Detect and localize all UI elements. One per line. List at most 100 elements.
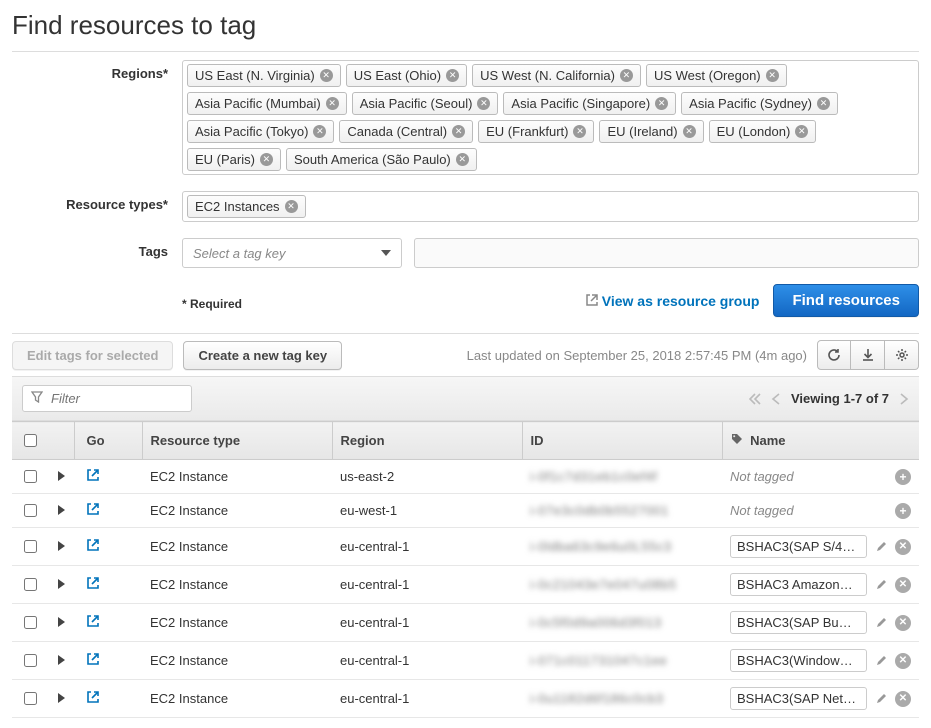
- name-tag-value[interactable]: BSHAC3 Amazon…: [730, 573, 867, 596]
- filter-input[interactable]: [49, 390, 183, 407]
- pill[interactable]: EC2 Instances✕: [187, 195, 306, 218]
- pager-first-button[interactable]: [749, 393, 761, 405]
- clear-tag-button[interactable]: ✕: [895, 691, 911, 707]
- pill[interactable]: Canada (Central)✕: [339, 120, 473, 143]
- go-to-resource-button[interactable]: [86, 576, 100, 590]
- tag-key-select[interactable]: Select a tag key: [182, 238, 402, 268]
- expand-row-icon[interactable]: [58, 503, 65, 518]
- refresh-button[interactable]: [817, 340, 851, 370]
- row-checkbox[interactable]: [24, 578, 37, 591]
- remove-pill-icon[interactable]: ✕: [320, 69, 333, 82]
- cell-id: i-0c21043e7e047u08b5: [530, 577, 677, 592]
- name-tag-value[interactable]: BSHAC3(SAP Bu…: [730, 611, 867, 634]
- go-to-resource-button[interactable]: [86, 468, 100, 482]
- pill[interactable]: Asia Pacific (Mumbai)✕: [187, 92, 347, 115]
- add-name-tag-button[interactable]: +: [895, 469, 911, 485]
- row-checkbox[interactable]: [24, 470, 37, 483]
- pill[interactable]: EU (Ireland)✕: [599, 120, 703, 143]
- remove-pill-icon[interactable]: ✕: [795, 125, 808, 138]
- pill[interactable]: Asia Pacific (Sydney)✕: [681, 92, 838, 115]
- name-tag-value[interactable]: BSHAC3(Window…: [730, 649, 867, 672]
- expand-row-icon[interactable]: [58, 615, 65, 630]
- pill[interactable]: Asia Pacific (Singapore)✕: [503, 92, 676, 115]
- clear-tag-button[interactable]: ✕: [895, 653, 911, 669]
- col-header-id[interactable]: ID: [522, 422, 722, 460]
- cell-region: eu-west-1: [332, 494, 522, 528]
- pager-prev-button[interactable]: [771, 393, 781, 405]
- remove-pill-icon[interactable]: ✕: [817, 97, 830, 110]
- clear-tag-button[interactable]: ✕: [895, 577, 911, 593]
- filter-box[interactable]: [22, 385, 192, 412]
- pill[interactable]: Asia Pacific (Tokyo)✕: [187, 120, 334, 143]
- col-header-name[interactable]: Name: [722, 422, 919, 460]
- col-header-resource-type[interactable]: Resource type: [142, 422, 332, 460]
- expand-row-icon[interactable]: [58, 577, 65, 592]
- remove-pill-icon[interactable]: ✕: [477, 97, 490, 110]
- edit-tag-icon[interactable]: [873, 653, 889, 669]
- chevron-double-left-icon: [749, 393, 761, 405]
- row-checkbox[interactable]: [24, 692, 37, 705]
- remove-pill-icon[interactable]: ✕: [683, 125, 696, 138]
- pill[interactable]: South America (São Paulo)✕: [286, 148, 477, 171]
- pill[interactable]: US East (N. Virginia) ✕: [187, 64, 341, 87]
- pill[interactable]: US East (Ohio)✕: [346, 64, 467, 87]
- pill[interactable]: EU (Paris)✕: [187, 148, 281, 171]
- remove-pill-icon[interactable]: ✕: [456, 153, 469, 166]
- clear-tag-button[interactable]: ✕: [895, 615, 911, 631]
- remove-pill-icon[interactable]: ✕: [655, 97, 668, 110]
- tag-value-input[interactable]: [414, 238, 919, 268]
- edit-tag-icon[interactable]: [873, 615, 889, 631]
- edit-tag-icon[interactable]: [873, 539, 889, 555]
- pill[interactable]: Asia Pacific (Seoul)✕: [352, 92, 499, 115]
- pill[interactable]: US West (N. California)✕: [472, 64, 641, 87]
- go-to-resource-button[interactable]: [86, 614, 100, 628]
- name-tag-value[interactable]: BSHAC3(SAP Net…: [730, 687, 867, 710]
- remove-pill-icon[interactable]: ✕: [620, 69, 633, 82]
- external-link-icon: [586, 293, 598, 309]
- row-checkbox[interactable]: [24, 616, 37, 629]
- remove-pill-icon[interactable]: ✕: [573, 125, 586, 138]
- filter-icon: [31, 391, 43, 406]
- row-checkbox[interactable]: [24, 504, 37, 517]
- remove-pill-icon[interactable]: ✕: [452, 125, 465, 138]
- view-as-resource-group-link[interactable]: View as resource group: [586, 293, 760, 309]
- name-tag-value[interactable]: BSHAC3(SAP S/4…: [730, 535, 867, 558]
- regions-label: Regions*: [12, 60, 182, 81]
- go-to-resource-button[interactable]: [86, 690, 100, 704]
- add-name-tag-button[interactable]: +: [895, 503, 911, 519]
- go-to-resource-button[interactable]: [86, 652, 100, 666]
- pill[interactable]: US West (Oregon)✕: [646, 64, 787, 87]
- col-header-go[interactable]: Go: [74, 422, 142, 460]
- edit-tag-icon[interactable]: [873, 577, 889, 593]
- table-row: EC2 Instanceeu-central-1i-0ldba63c9e6u0L…: [12, 528, 919, 566]
- remove-pill-icon[interactable]: ✕: [446, 69, 459, 82]
- select-all-checkbox[interactable]: [24, 434, 37, 447]
- find-resources-button[interactable]: Find resources: [773, 284, 919, 317]
- pager-next-button[interactable]: [899, 393, 909, 405]
- expand-row-icon[interactable]: [58, 539, 65, 554]
- pill-label: US East (N. Virginia): [195, 68, 315, 83]
- create-tag-key-button[interactable]: Create a new tag key: [183, 341, 342, 370]
- go-to-resource-button[interactable]: [86, 502, 100, 516]
- remove-pill-icon[interactable]: ✕: [313, 125, 326, 138]
- remove-pill-icon[interactable]: ✕: [766, 69, 779, 82]
- clear-tag-button[interactable]: ✕: [895, 539, 911, 555]
- edit-tag-icon[interactable]: [873, 691, 889, 707]
- go-to-resource-button[interactable]: [86, 538, 100, 552]
- expand-row-icon[interactable]: [58, 653, 65, 668]
- cell-region: eu-central-1: [332, 604, 522, 642]
- regions-tagbox[interactable]: US East (N. Virginia)✕US East (Ohio)✕US …: [182, 60, 919, 175]
- download-button[interactable]: [851, 340, 885, 370]
- row-checkbox[interactable]: [24, 654, 37, 667]
- resource-types-tagbox[interactable]: EC2 Instances✕: [182, 191, 919, 222]
- expand-row-icon[interactable]: [58, 691, 65, 706]
- pill[interactable]: EU (London)✕: [709, 120, 817, 143]
- remove-pill-icon[interactable]: ✕: [326, 97, 339, 110]
- remove-pill-icon[interactable]: ✕: [260, 153, 273, 166]
- remove-pill-icon[interactable]: ✕: [285, 200, 298, 213]
- row-checkbox[interactable]: [24, 540, 37, 553]
- col-header-region[interactable]: Region: [332, 422, 522, 460]
- pill[interactable]: EU (Frankfurt)✕: [478, 120, 594, 143]
- expand-row-icon[interactable]: [58, 469, 65, 484]
- settings-button[interactable]: [885, 340, 919, 370]
